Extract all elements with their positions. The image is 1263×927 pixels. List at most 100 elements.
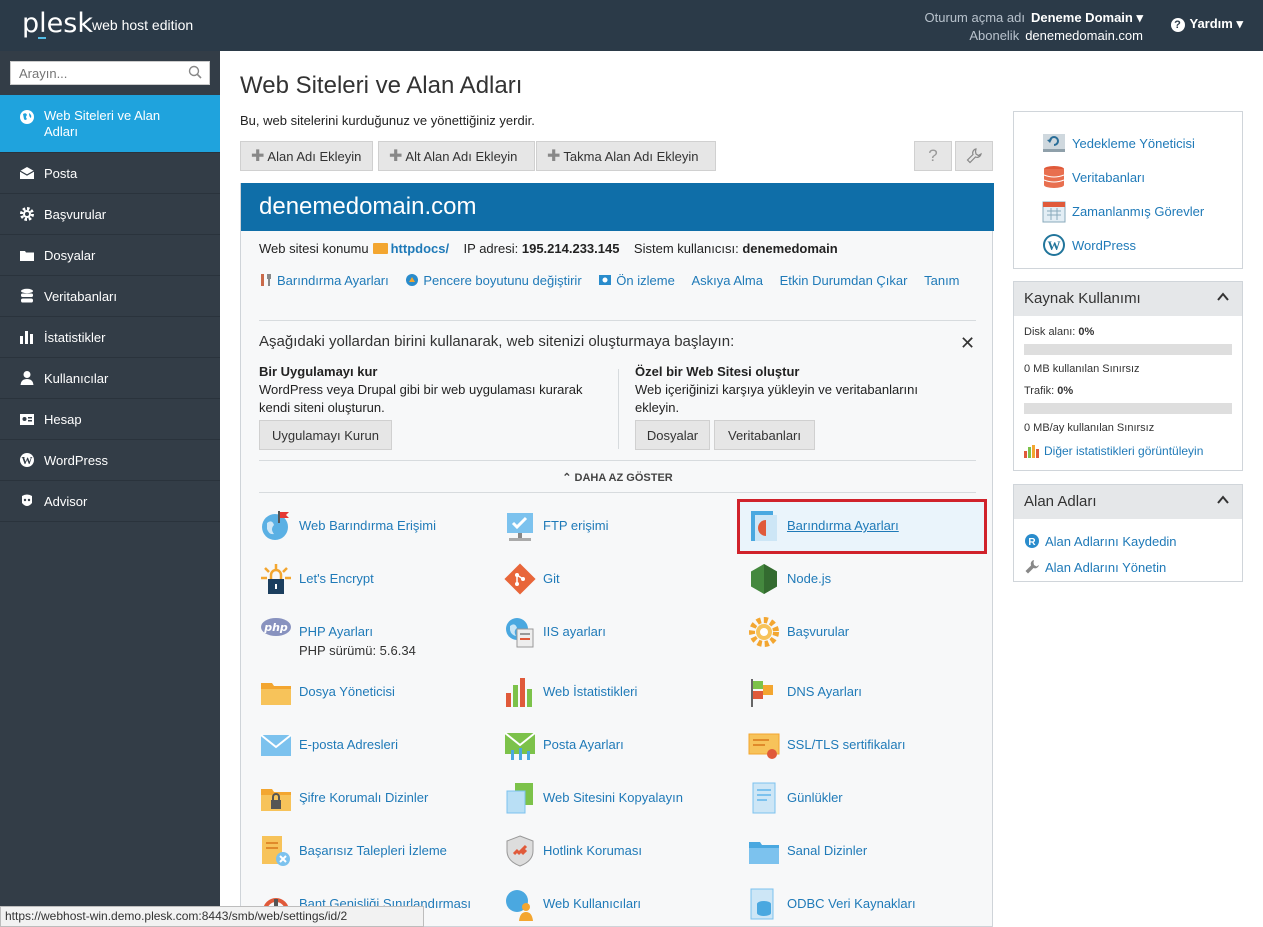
tool-label: Web Barındırma Erişimi [299, 518, 437, 533]
wordpress-link[interactable]: W WordPress [1042, 228, 1242, 262]
disk-value: 0% [1078, 326, 1095, 338]
chevron-up-icon: ⌃ [562, 472, 575, 484]
deactivate-link[interactable]: Etkin Durumdan Çıkar [780, 269, 908, 293]
domain-name[interactable]: denemedomain.com [241, 183, 994, 231]
close-icon[interactable]: ✕ [960, 333, 975, 354]
register-domains-label: Alan Adlarını Kaydedin [1045, 533, 1177, 549]
tool-label: Sanal Dizinler [787, 843, 868, 858]
show-less-toggle[interactable]: ⌃ DAHA AZ GÖSTER [241, 471, 994, 484]
divider [259, 320, 976, 321]
settings-wrench-button[interactable] [955, 141, 993, 171]
disk-usage: Disk alanı: 0% [1024, 326, 1232, 338]
preview-link[interactable]: Ön izleme [598, 269, 675, 293]
sidebar-item-statistics[interactable]: İstatistikler [0, 317, 220, 358]
add-domain-button[interactable]: ✚ Alan Adı Ekleyin [240, 141, 373, 171]
tool-ssl-certificates[interactable]: SSL/TLS sertifikaları [747, 728, 906, 768]
web-statistics-icon [506, 678, 532, 707]
tool-protected-dirs[interactable]: Şifre Korumalı Dizinler [259, 781, 428, 821]
domain-info: Web sitesi konumu httpdocs/ IP adresi: 19… [259, 241, 838, 256]
tool-label: Web Kullanıcıları [543, 896, 642, 911]
sidebar-item-wordpress[interactable]: W WordPress [0, 440, 220, 481]
more-stats-link[interactable]: Diğer istatistikleri görüntüleyin [1024, 444, 1232, 458]
sidebar-item-websites[interactable]: Web Siteleri ve Alan Adları [0, 95, 220, 153]
subscription-value[interactable]: denemedomain.com [1025, 28, 1143, 43]
chevron-up-icon[interactable] [1216, 493, 1230, 507]
hosting-settings-link[interactable]: Barındırma Ayarları [259, 269, 389, 293]
resize-link[interactable]: Pencere boyutunu değiştirir [405, 269, 582, 293]
register-domains-link[interactable]: R Alan Adlarını Kaydedin [1024, 528, 1232, 554]
traffic-usage: Trafik: 0% [1024, 385, 1232, 397]
tool-failed-requests[interactable]: Başarısız Talepleri İzleme [259, 834, 447, 874]
tool-label: Barındırma Ayarları [787, 518, 899, 533]
sidebar-item-files[interactable]: Dosyalar [0, 235, 220, 276]
sidebar-item-applications[interactable]: Başvurular [0, 194, 220, 235]
resource-usage-body: Disk alanı: 0% 0 MB kullanılan Sınırsız … [1014, 316, 1242, 458]
description-link[interactable]: Tanım [924, 269, 959, 293]
login-user-dropdown[interactable]: Deneme Domain [1031, 10, 1133, 25]
manage-domains-link[interactable]: Alan Adlarını Yönetin [1024, 554, 1232, 580]
install-app-section: Bir Uygulamayı kur WordPress veya Drupal… [259, 363, 582, 417]
tool-hotlink-protection[interactable]: Hotlink Koruması [503, 834, 642, 874]
tool-lets-encrypt[interactable]: Let's Encrypt [259, 562, 374, 602]
backup-manager-link[interactable]: Yedekleme Yöneticisi [1042, 126, 1242, 160]
tool-logs[interactable]: Günlükler [747, 781, 843, 821]
iis-icon [506, 618, 534, 648]
tool-label: FTP erişimi [543, 518, 609, 533]
search-icon[interactable] [188, 65, 202, 79]
folder-icon [372, 243, 388, 254]
sysuser-label: Sistem kullanıcısı: [633, 241, 739, 256]
tool-odbc[interactable]: ODBC Veri Kaynakları [747, 887, 916, 927]
tool-php-settings[interactable]: php PHP Ayarları PHP sürümü: 5.6.34 [259, 615, 416, 670]
help-question-button[interactable]: ? [914, 141, 952, 171]
tool-hosting-settings[interactable]: Barındırma Ayarları [747, 509, 899, 549]
sidebar-item-databases[interactable]: Veritabanları [0, 276, 220, 317]
add-subdomain-button[interactable]: ✚ Alt Alan Adı Ekleyin [378, 141, 535, 171]
tool-web-statistics[interactable]: Web İstatistikleri [503, 675, 637, 715]
chevron-up-icon[interactable] [1216, 290, 1230, 304]
tool-label: Günlükler [787, 790, 843, 805]
databases-button[interactable]: Veritabanları [714, 420, 815, 450]
caret-down-icon[interactable]: ▾ [1133, 10, 1143, 25]
help-menu[interactable]: ? Yardım ▾ [1170, 16, 1243, 32]
resource-usage-header[interactable]: Kaynak Kullanımı [1014, 282, 1242, 316]
files-button[interactable]: Dosyalar [635, 420, 710, 450]
ip-label: IP adresi: [463, 241, 519, 256]
docroot-link[interactable]: httpdocs/ [391, 241, 450, 256]
tool-dns-settings[interactable]: DNS Ayarları [747, 675, 862, 715]
traffic-detail: 0 MB/ay kullanılan Sınırsız [1024, 422, 1155, 434]
tool-web-users[interactable]: Web Kullanıcıları [503, 887, 641, 927]
tool-mail-settings[interactable]: Posta Ayarları [503, 728, 624, 768]
tool-ftp-access[interactable]: FTP erişimi [503, 509, 608, 549]
resize-icon [406, 274, 419, 286]
tool-email-addresses[interactable]: E-posta Adresleri [259, 728, 398, 768]
page-title: Web Siteleri ve Alan Adları [240, 72, 523, 99]
domains-header[interactable]: Alan Adları [1014, 485, 1242, 519]
wrench-icon [1025, 560, 1039, 574]
tool-file-manager[interactable]: Dosya Yöneticisi [259, 675, 395, 715]
suspend-link[interactable]: Askıya Alma [691, 269, 763, 293]
plesk-logo[interactable]: plesk [22, 8, 93, 39]
tool-iis-settings[interactable]: IIS ayarları [503, 615, 606, 655]
tool-nodejs[interactable]: Node.js [747, 562, 831, 602]
tool-label: Let's Encrypt [299, 571, 374, 586]
sidebar-item-advisor[interactable]: Advisor [0, 481, 220, 522]
tool-virtual-dirs[interactable]: Sanal Dizinler [747, 834, 867, 874]
tool-git[interactable]: Git [503, 562, 560, 602]
install-app-button[interactable]: Uygulamayı Kurun [259, 420, 392, 450]
scheduled-tasks-link[interactable]: Zamanlanmış Görevler [1042, 194, 1242, 228]
add-alias-button[interactable]: ✚ Takma Alan Adı Ekleyin [536, 141, 716, 171]
sidebar-item-mail[interactable]: Posta [0, 153, 220, 194]
database-icon [1043, 166, 1065, 188]
tool-copy-site[interactable]: Web Sitesini Kopyalayın [503, 781, 683, 821]
tool-applications[interactable]: Başvurular [747, 615, 849, 655]
tool-label: Dosya Yöneticisi [299, 684, 395, 699]
tool-web-hosting-access[interactable]: Web Barındırma Erişimi [259, 509, 436, 549]
search-input[interactable] [11, 62, 181, 84]
page-description: Bu, web sitelerini kurduğunuz ve yönetti… [240, 113, 535, 128]
sidebar-item-account[interactable]: Hesap [0, 399, 220, 440]
databases-link[interactable]: Veritabanları [1042, 160, 1242, 194]
failed-requests-icon [262, 836, 290, 866]
sidebar-item-users[interactable]: Kullanıcılar [0, 358, 220, 399]
tool-label: Web Sitesini Kopyalayın [543, 790, 683, 805]
login-info: Oturum açma adı Deneme Domain ▾ Abonelik d… [925, 9, 1143, 45]
